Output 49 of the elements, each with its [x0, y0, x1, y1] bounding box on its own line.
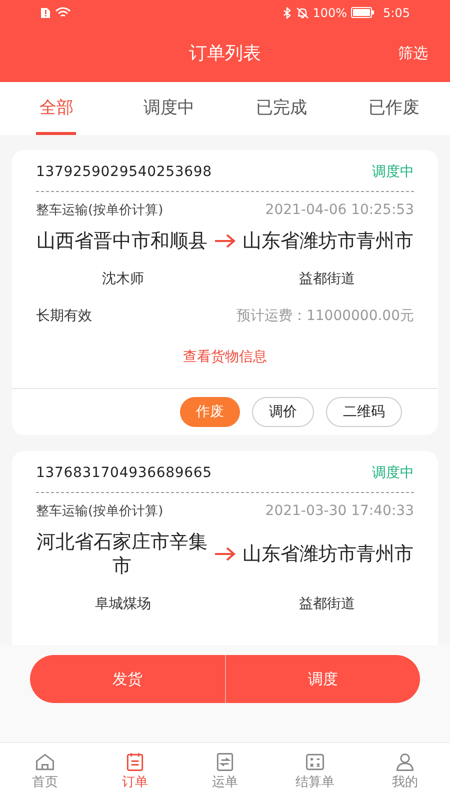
muted-bell-icon [296, 6, 309, 18]
nav-item[interactable]: 订单 [90, 743, 180, 800]
order-card[interactable]: 1376831704936689665 调度中 整车运输(按单价计算) 2021-03-30 17:40:33 河北省石家庄市辛集市 山东省潍坊市青州市 阜城煤场 益都街道 [12, 451, 438, 645]
arrow-icon [214, 546, 236, 562]
destination-address: 山东省潍坊市青州市 [242, 229, 414, 253]
destination-place: 益都街道 [298, 270, 356, 289]
destination-address: 山东省潍坊市青州市 [242, 542, 414, 566]
bottom-action-button[interactable]: 发货 [30, 655, 224, 703]
status-tab[interactable]: 全部 [0, 82, 112, 135]
void-button[interactable]: 作废 [180, 397, 240, 427]
bottom-action-button[interactable]: 调度 [224, 655, 420, 703]
cargo-info-link[interactable]: 查看货物信息 [183, 347, 267, 368]
clock: 5:05 [383, 4, 410, 22]
exchange-document-icon [214, 750, 236, 773]
transport-type: 整车运输(按单价计算) [36, 502, 164, 521]
order-number: 1376831704936689665 [36, 464, 212, 483]
arrow-icon [214, 233, 236, 249]
order-status: 调度中 [372, 464, 414, 483]
filter-button[interactable]: 筛选 [398, 42, 428, 65]
battery-percent: 100% [312, 4, 348, 22]
transport-type: 整车运输(按单价计算) [36, 202, 164, 220]
destination-place: 益都街道 [298, 595, 356, 614]
origin-address: 山西省晋中市和顺县 [36, 229, 208, 253]
nav-item[interactable]: 我的 [360, 743, 450, 800]
origin-place: 阜城煤场 [94, 595, 152, 614]
status-tab[interactable]: 调度中 [112, 82, 225, 135]
order-number: 1379259029540253698 [36, 163, 212, 182]
user-icon [394, 750, 416, 773]
wifi-icon [55, 6, 71, 18]
status-tab[interactable]: 已完成 [225, 82, 338, 135]
estimated-fee: 预计运费：11000000.00元 [236, 307, 414, 326]
card-action-button[interactable]: 二维码 [326, 397, 402, 427]
page-title: 订单列表 [189, 42, 261, 66]
nav-item[interactable]: 结算单 [270, 743, 360, 800]
clipboard-icon [124, 750, 146, 773]
order-status: 调度中 [372, 163, 414, 182]
validity: 长期有效 [36, 307, 92, 326]
order-time: 2021-04-06 10:25:53 [265, 201, 414, 220]
order-card[interactable]: 1379259029540253698 调度中 整车运输(按单价计算) 2021-04-06 10:25:53 山西省晋中市和顺县 山东省潍坊市青州市 沈木师 益都街道 长期有效 预计运费：11000000.00元 查看货物信息 作废 调价 二维码 [12, 150, 438, 435]
origin-place: 沈木师 [101, 270, 145, 289]
nav-item[interactable]: 首页 [0, 743, 90, 800]
order-time: 2021-03-30 17:40:33 [265, 502, 414, 521]
bluetooth-icon [282, 6, 292, 18]
nav-item[interactable]: 运单 [180, 743, 270, 800]
origin-address: 河北省石家庄市辛集市 [36, 530, 208, 578]
card-action-button[interactable]: 调价 [252, 397, 314, 427]
status-tab[interactable]: 已作废 [338, 82, 450, 135]
sim-alert-icon [40, 6, 51, 18]
battery-icon [351, 7, 376, 18]
